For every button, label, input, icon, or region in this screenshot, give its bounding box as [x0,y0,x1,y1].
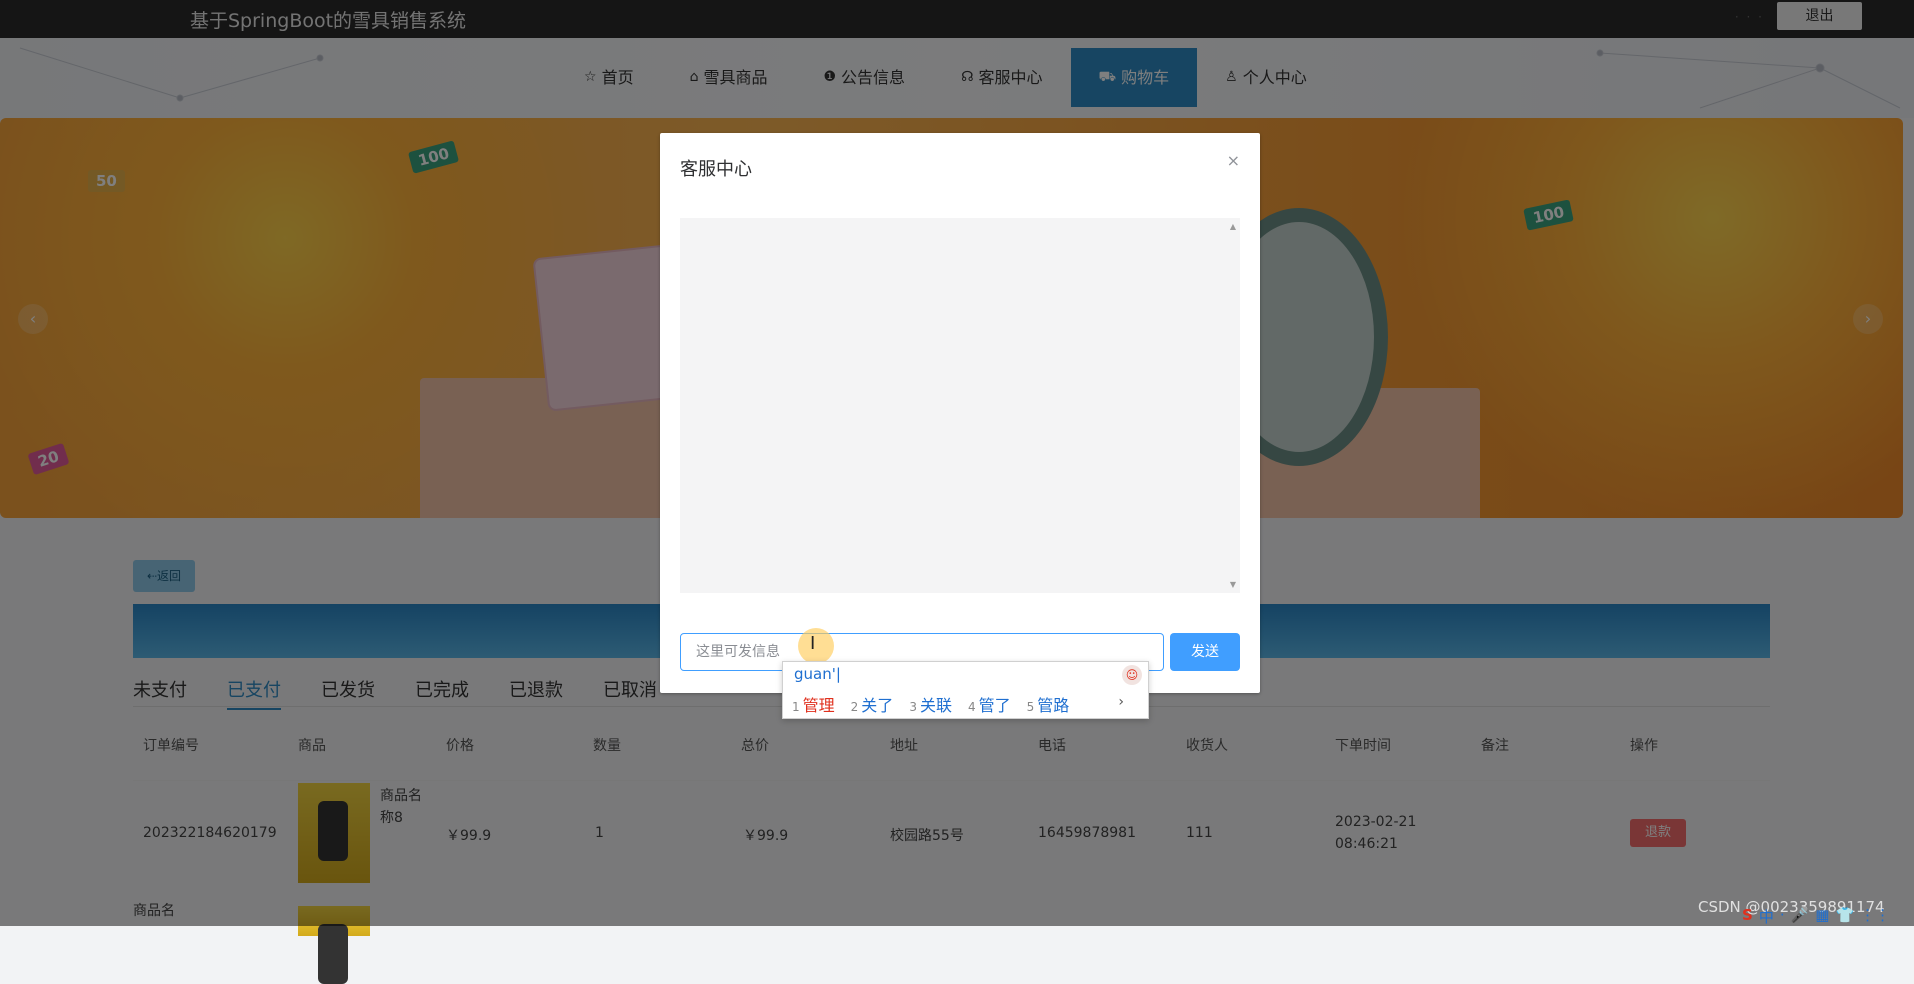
ime-candidate[interactable]: 3 关联 [909,692,952,716]
ime-punct-icon[interactable]: · [1780,906,1785,927]
cursor-highlight [798,628,834,664]
text-cursor-icon: I [810,633,816,654]
ime-logo-icon: ☺ [1122,665,1142,685]
keyboard-icon[interactable]: ▦ [1815,906,1829,927]
ime-candidates: 1 管理 2 关了 3 关联 4 管了 5 管路 [792,692,1069,716]
scroll-down-icon[interactable]: ▼ [1230,580,1236,589]
skin-icon[interactable]: 👕 [1835,906,1854,927]
ime-composition: guan'| [794,665,841,683]
toolbox-icon[interactable]: ⋮⋮ [1860,906,1890,927]
ime-next-page-icon[interactable]: › [1118,694,1124,710]
send-button[interactable]: 发送 [1170,633,1240,671]
ime-tray: S 中 · 🎤 ▦ 👕 ⋮⋮ [1742,906,1890,927]
sogou-icon[interactable]: S [1742,906,1753,927]
close-icon[interactable]: × [1227,151,1240,170]
ime-candidate[interactable]: 2 关了 [851,692,894,716]
customer-service-dialog: 客服中心 × ▲ ▼ 发送 [660,133,1260,693]
chat-messages-area[interactable]: ▲ ▼ [680,218,1240,593]
dialog-title: 客服中心 [680,159,752,180]
ime-candidate[interactable]: 1 管理 [792,692,835,716]
microphone-icon[interactable]: 🎤 [1791,906,1810,927]
ime-lang-icon[interactable]: 中 [1759,906,1774,927]
ime-candidate[interactable]: 5 管路 [1027,692,1070,716]
scroll-up-icon[interactable]: ▲ [1230,222,1236,231]
ime-candidate[interactable]: 4 管了 [968,692,1011,716]
ime-candidate-popup: guan'| ☺ 1 管理 2 关了 3 关联 4 管了 5 管路 › [782,661,1149,719]
